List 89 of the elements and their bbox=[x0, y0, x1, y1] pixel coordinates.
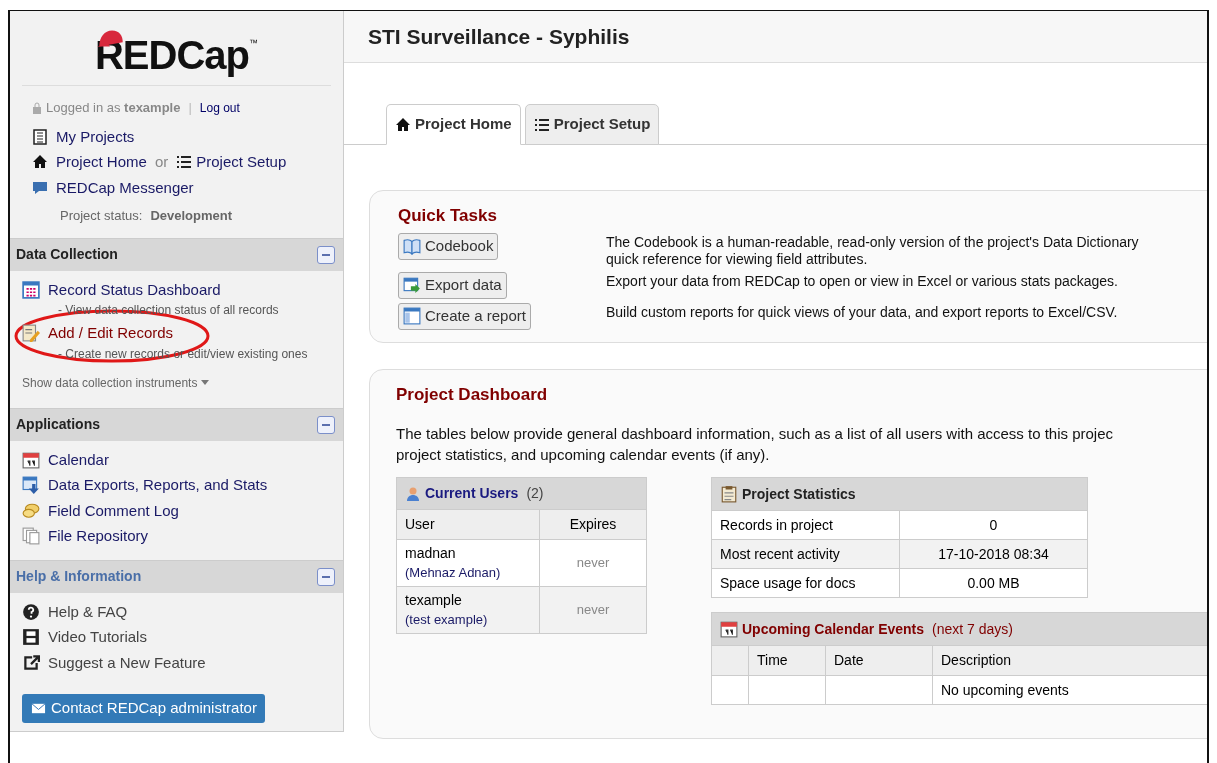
task-description: Build custom reports for quick views of your data, and export reports to Excel/CSV. bbox=[606, 303, 1118, 321]
sidebar-link[interactable]: Field Comment Log bbox=[48, 499, 179, 522]
sidebar-link[interactable]: Help & FAQ bbox=[48, 600, 128, 623]
project-home-link[interactable]: Project Home bbox=[56, 151, 147, 174]
table-title: Upcoming Calendar Events bbox=[742, 619, 925, 639]
export-icon bbox=[403, 276, 421, 294]
table-cell: Most recent activity bbox=[711, 539, 900, 569]
table-cell: Space usage for docs bbox=[711, 568, 900, 598]
contact-admin-button[interactable]: Contact REDCap administrator bbox=[22, 694, 265, 723]
envelope-icon bbox=[30, 700, 47, 716]
list-icon bbox=[533, 116, 550, 133]
task-description: The Codebook is a human-readable, read-only version of the project's Data Dictionary bbox=[606, 233, 1139, 251]
task-description: quick reference for viewing field attributes. bbox=[606, 250, 869, 268]
collapse-button[interactable] bbox=[317, 567, 335, 586]
panel-title: Quick Tasks bbox=[398, 205, 498, 227]
calendar-icon bbox=[22, 450, 40, 469]
table-title: Current Users bbox=[425, 484, 519, 503]
sidebar-link[interactable]: Data Exports, Reports, and Stats bbox=[48, 474, 268, 497]
dashboard-intro: project statistics, and upcoming calendar events (if any). bbox=[396, 445, 771, 465]
grid-icon bbox=[22, 280, 40, 299]
table-title: Project Statistics bbox=[742, 484, 856, 504]
column-header: User bbox=[396, 509, 540, 540]
report-icon bbox=[403, 307, 421, 325]
home-icon bbox=[32, 154, 48, 171]
tab[interactable]: Project Setup bbox=[524, 104, 660, 145]
username: madnan bbox=[405, 544, 457, 563]
book-icon bbox=[403, 237, 421, 255]
home-icon bbox=[395, 116, 411, 133]
project-title: STI Surveillance - Syphilis bbox=[368, 23, 630, 50]
redcap-logo[interactable]: REDCap™ bbox=[95, 27, 258, 77]
table-cell: 0.00 MB bbox=[899, 568, 1088, 598]
list-icon bbox=[32, 128, 48, 145]
table-cell: 17-10-2018 08:34 bbox=[899, 539, 1088, 569]
project-status-value: Development bbox=[150, 207, 232, 225]
calendar-icon bbox=[720, 620, 738, 638]
collapse-button[interactable] bbox=[317, 415, 335, 434]
column-header: Date bbox=[825, 645, 933, 676]
task-button[interactable]: Codebook bbox=[398, 232, 499, 260]
project-setup-link[interactable]: Project Setup bbox=[196, 151, 287, 174]
lock-icon bbox=[32, 101, 42, 114]
user-full-name: (Mehnaz Adnan) bbox=[405, 564, 502, 582]
caret-icon bbox=[201, 380, 210, 385]
documents-icon bbox=[22, 527, 40, 546]
dashboard-intro: The tables below provide general dashboard information, such as a list of all users with access to this projec bbox=[396, 424, 1115, 444]
collapse-button[interactable] bbox=[317, 245, 335, 264]
column-header: Expires bbox=[539, 509, 647, 540]
person-icon bbox=[405, 485, 421, 502]
sidebar-link[interactable]: Suggest a New Feature bbox=[48, 651, 206, 674]
user-full-name: (test example) bbox=[405, 611, 489, 629]
clipboard-icon bbox=[720, 485, 738, 503]
link-description: - Create new records or edit/view existing ones bbox=[57, 345, 309, 363]
table-cell: 0 bbox=[899, 510, 1088, 540]
chat-bubble-icon bbox=[32, 179, 48, 196]
panel-title: Project Dashboard bbox=[396, 383, 549, 406]
sidebar-link[interactable]: Calendar bbox=[48, 448, 109, 471]
table-cell: never bbox=[539, 586, 647, 634]
separator: | bbox=[188, 99, 192, 117]
or-text: or bbox=[154, 152, 169, 172]
sidebar-link[interactable]: Video Tutorials bbox=[48, 626, 147, 649]
column-header: Time bbox=[748, 645, 826, 676]
table-cell: never bbox=[539, 539, 647, 587]
list-icon bbox=[176, 154, 193, 171]
section-title: Applications bbox=[16, 415, 100, 434]
username: texample bbox=[405, 591, 463, 610]
my-projects-link[interactable]: My Projects bbox=[56, 125, 135, 148]
help-icon bbox=[22, 602, 40, 621]
film-icon bbox=[22, 628, 40, 647]
sidebar-link[interactable]: Record Status Dashboard bbox=[48, 278, 221, 301]
project-status-label: Project status: bbox=[60, 207, 143, 225]
section-title: Data Collection bbox=[16, 245, 118, 264]
show-instruments-link[interactable]: Show data collection instruments bbox=[22, 373, 198, 392]
tab[interactable]: Project Home bbox=[386, 104, 521, 145]
share-icon bbox=[22, 653, 40, 672]
logout-link[interactable]: Log out bbox=[199, 98, 240, 117]
table-subtitle: (next 7 days) bbox=[932, 619, 1013, 639]
speech-bubbles-icon bbox=[22, 501, 40, 520]
export-icon bbox=[22, 476, 40, 495]
column-header: Description bbox=[932, 645, 1207, 676]
section-title: Help & Information bbox=[16, 567, 142, 586]
messenger-link[interactable]: REDCap Messenger bbox=[56, 176, 194, 199]
task-button[interactable]: Export data bbox=[398, 271, 507, 299]
table-cell: Records in project bbox=[711, 510, 900, 540]
pencil-note-icon bbox=[22, 324, 40, 343]
login-status: Logged in as texample bbox=[46, 99, 181, 117]
sidebar-link[interactable]: Add / Edit Records bbox=[48, 322, 174, 345]
sidebar-link[interactable]: File Repository bbox=[48, 525, 149, 548]
user-count: (2) bbox=[526, 484, 544, 503]
task-button[interactable]: Create a report bbox=[398, 302, 531, 330]
task-description: Export your data from REDCap to open or view in Excel or various stats packages. bbox=[606, 272, 1118, 290]
